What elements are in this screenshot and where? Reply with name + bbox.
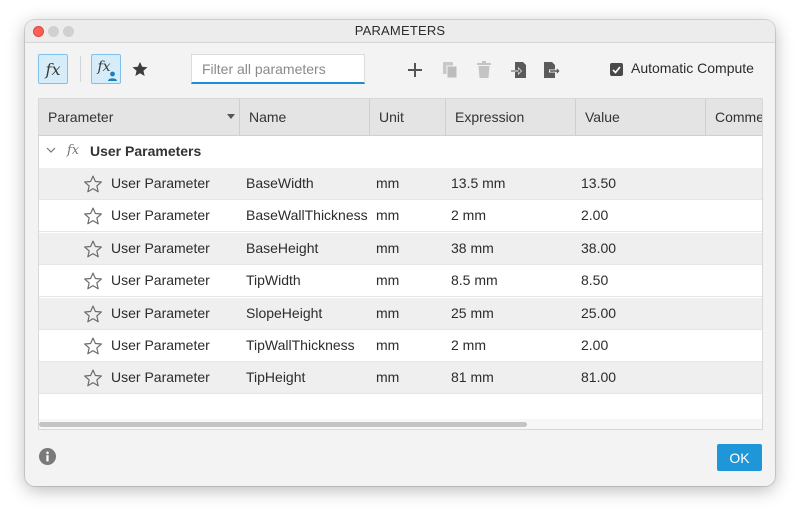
cell-expression[interactable]: 25 mm <box>451 298 494 329</box>
table-row[interactable]: User Parameter BaseWidth mm 13.5 mm 13.50 <box>39 168 762 200</box>
automatic-compute-label[interactable]: Automatic Compute <box>631 60 754 76</box>
cell-unit: mm <box>376 207 400 224</box>
parameters-table: Parameter Name Unit Expression Value Com… <box>38 98 763 430</box>
chevron-down-icon[interactable] <box>46 145 56 155</box>
user-badge-icon <box>108 71 117 81</box>
export-icon <box>544 62 561 78</box>
favorite-star-icon[interactable] <box>83 206 103 226</box>
cell-value: 8.50 <box>581 272 609 289</box>
import-button[interactable] <box>506 58 530 82</box>
checkmark-icon <box>612 65 621 74</box>
toolbar-separator <box>80 56 81 82</box>
cell-expression[interactable]: 38 mm <box>451 233 494 264</box>
column-header-comment[interactable]: Comment <box>706 99 762 135</box>
cell-name: SlopeHeight <box>246 304 323 321</box>
cell-value: 81.00 <box>581 369 617 386</box>
table-row[interactable]: User Parameter BaseWallThickness mm 2 mm 2.0… <box>39 200 762 233</box>
column-header-unit[interactable]: Unit <box>370 99 446 135</box>
delete-parameter-button[interactable] <box>472 58 496 82</box>
cell-parameter: User Parameter <box>111 175 210 191</box>
cell-unit: mm <box>376 272 400 289</box>
fx-icon: fx <box>45 59 61 79</box>
column-header-expression[interactable]: Expression <box>446 99 576 135</box>
export-button[interactable] <box>540 58 564 82</box>
cell-parameter: User Parameter <box>111 239 210 256</box>
trash-icon <box>477 61 491 78</box>
column-header-parameter[interactable]: Parameter <box>39 99 240 135</box>
cell-value: 38.00 <box>581 239 617 256</box>
column-header-label: Parameter <box>48 109 114 125</box>
column-header-name[interactable]: Name <box>240 99 370 135</box>
window-title: PARAMETERS <box>354 23 446 38</box>
copy-icon <box>443 62 458 79</box>
favorite-star-icon[interactable] <box>83 239 103 259</box>
cell-parameter: User Parameter <box>111 304 210 321</box>
cell-name: TipWallThickness <box>246 337 355 353</box>
add-parameter-button[interactable] <box>403 58 427 82</box>
star-icon <box>132 61 148 76</box>
scrollbar-thumb[interactable] <box>39 422 527 427</box>
table-row[interactable]: User Parameter SlopeHeight mm 25 mm 25.00 <box>39 297 762 330</box>
cell-unit: mm <box>376 337 400 353</box>
table-row[interactable]: User Parameter TipWallThickness mm 2 mm 2.00 <box>39 330 762 362</box>
sort-caret-icon[interactable] <box>227 114 235 119</box>
filter-parameters-input[interactable] <box>191 54 365 84</box>
user-parameters-toggle[interactable]: fx <box>91 54 121 84</box>
cell-value: 2.00 <box>581 337 609 353</box>
cell-unit: mm <box>376 304 400 321</box>
cell-parameter: User Parameter <box>111 369 210 386</box>
table-header: Parameter Name Unit Expression Value Com… <box>39 99 762 136</box>
cell-unit: mm <box>376 175 400 191</box>
group-row-user-parameters[interactable]: fx User Parameters <box>39 136 762 168</box>
cell-name: BaseWidth <box>246 175 314 191</box>
cell-value: 2.00 <box>581 207 609 224</box>
group-label: User Parameters <box>90 143 202 159</box>
column-header-value[interactable]: Value <box>576 99 706 135</box>
parameters-dialog: PARAMETERS fx fx Filter all parameters A… <box>25 20 775 486</box>
favorite-star-icon[interactable] <box>83 304 103 324</box>
group-fx-icon: fx <box>67 143 80 158</box>
cell-parameter: User Parameter <box>111 272 210 289</box>
cell-name: BaseWallThickness <box>246 207 368 224</box>
cell-unit: mm <box>376 239 400 256</box>
cell-expression[interactable]: 81 mm <box>451 362 494 393</box>
favorite-star-icon[interactable] <box>83 336 103 356</box>
ok-button[interactable]: OK <box>717 444 762 471</box>
cell-expression[interactable]: 13.5 mm <box>451 168 505 199</box>
info-icon[interactable] <box>39 448 56 465</box>
cell-name: BaseHeight <box>246 239 319 256</box>
table-row[interactable]: User Parameter TipWidth mm 8.5 mm 8.50 <box>39 265 762 298</box>
import-icon <box>510 62 526 78</box>
favorites-toggle[interactable] <box>127 56 153 82</box>
automatic-compute-checkbox[interactable] <box>610 63 623 76</box>
favorite-star-icon[interactable] <box>83 271 103 291</box>
table-row[interactable]: User Parameter BaseHeight mm 38 mm 38.00 <box>39 232 762 265</box>
plus-icon <box>408 63 422 77</box>
horizontal-scrollbar[interactable] <box>39 419 762 429</box>
cell-expression[interactable]: 8.5 mm <box>451 265 498 296</box>
title-bar[interactable]: PARAMETERS <box>25 20 775 43</box>
cell-parameter: User Parameter <box>111 337 210 353</box>
all-parameters-toggle[interactable]: fx <box>38 54 68 84</box>
cell-name: TipHeight <box>246 369 306 386</box>
cell-name: TipWidth <box>246 272 301 289</box>
table-row[interactable]: User Parameter TipHeight mm 81 mm 81.00 <box>39 362 762 395</box>
copy-parameter-button[interactable] <box>438 58 462 82</box>
cell-expression[interactable]: 2 mm <box>451 330 486 361</box>
cell-value: 13.50 <box>581 175 617 191</box>
favorite-star-icon[interactable] <box>83 368 103 388</box>
cell-unit: mm <box>376 369 400 386</box>
cell-value: 25.00 <box>581 304 617 321</box>
cell-parameter: User Parameter <box>111 207 210 224</box>
cell-expression[interactable]: 2 mm <box>451 200 486 231</box>
favorite-star-icon[interactable] <box>83 174 103 194</box>
